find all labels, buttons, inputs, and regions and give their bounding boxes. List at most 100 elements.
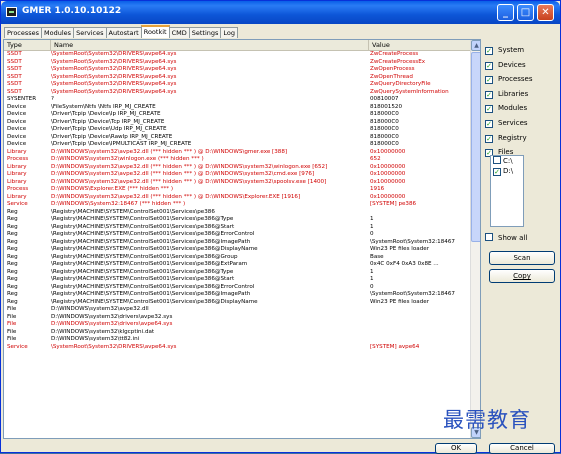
table-row[interactable]: SSDT \SystemRoot\System32\DRIVERS\avpe64.…: [4, 66, 470, 74]
maximize-button[interactable]: □: [517, 4, 534, 21]
table-row[interactable]: Library D:\WINDOWS\system32\avpe32.dll (*…: [4, 149, 470, 157]
table-row[interactable]: Device \Driver\Tcpip \Device\Udp IRP_MJ_C…: [4, 126, 470, 134]
table-row[interactable]: Reg \Registry\MACHINE\SYSTEM\ControlSet00…: [4, 261, 470, 269]
cell-value: 0: [370, 283, 374, 290]
table-row[interactable]: Reg \Registry\MACHINE\SYSTEM\ControlSet00…: [4, 299, 470, 307]
table-row[interactable]: Reg \Registry\MACHINE\SYSTEM\ControlSet00…: [4, 216, 470, 224]
drive-checkbox[interactable]: [493, 156, 501, 164]
tab-autostart[interactable]: Autostart: [105, 27, 142, 38]
checkbox[interactable]: ✓: [485, 61, 493, 70]
table-row[interactable]: SSDT \SystemRoot\System32\DRIVERS\avpe64.…: [4, 81, 470, 89]
cell-name: \SystemRoot\System32\DRIVERS\avpe64.sys: [51, 58, 177, 65]
table-row[interactable]: Reg \Registry\MACHINE\SYSTEM\ControlSet00…: [4, 269, 470, 277]
cell-name: \Driver\Tcpip \Device\Ip IRP_MJ_CREATE: [51, 111, 161, 117]
tab-services[interactable]: Services: [73, 27, 107, 38]
show-all-box[interactable]: [485, 233, 493, 241]
table-row[interactable]: Reg \Registry\MACHINE\SYSTEM\ControlSet00…: [4, 246, 470, 254]
option-registry[interactable]: ✓ Registry: [485, 133, 527, 143]
table-row[interactable]: SSDT \SystemRoot\System32\DRIVERS\avpe64.…: [4, 59, 470, 67]
drive-label: C:\: [503, 157, 513, 165]
table-row[interactable]: Device \FileSystem\Ntfs \Ntfs IRP_MJ_CREA…: [4, 104, 470, 112]
cancel-button[interactable]: Cancel: [489, 443, 555, 454]
cell-value: 818000C0: [370, 111, 399, 117]
scan-button[interactable]: Scan: [489, 251, 555, 265]
ok-button[interactable]: OK: [435, 443, 477, 454]
tab-cmd[interactable]: CMD: [168, 27, 190, 38]
option-services[interactable]: ✓ Services: [485, 118, 528, 128]
cell-type: Service: [7, 343, 28, 350]
table-row[interactable]: Reg \Registry\MACHINE\SYSTEM\ControlSet00…: [4, 209, 470, 217]
table-row[interactable]: Reg \Registry\MACHINE\SYSTEM\ControlSet00…: [4, 291, 470, 299]
table-row[interactable]: Service D:\WINDOWS\System32:18467 (*** hi…: [4, 201, 470, 209]
table-row[interactable]: Process D:\WINDOWS\system32\winlogon.exe …: [4, 156, 470, 164]
table-row[interactable]: SSDT \SystemRoot\System32\DRIVERS\avpe64.…: [4, 89, 470, 97]
rootkit-results-list[interactable]: Type Name Value SSDT \SystemRoot\System32…: [3, 39, 481, 439]
cell-type: Library: [7, 148, 27, 155]
vertical-scrollbar[interactable]: ▲ ▼: [470, 40, 480, 438]
drive-checkbox[interactable]: ✓: [493, 168, 501, 176]
table-row[interactable]: Library D:\WINDOWS\system32\avpe32.dll (*…: [4, 171, 470, 179]
table-row[interactable]: SYSENTER? 00810007: [4, 96, 470, 104]
table-row[interactable]: Reg \Registry\MACHINE\SYSTEM\ControlSet00…: [4, 224, 470, 232]
table-row[interactable]: Library D:\WINDOWS\system32\avpe32.dll (*…: [4, 194, 470, 202]
table-row[interactable]: Device \Driver\Tcpip \Device\Tcp IRP_MJ_C…: [4, 119, 470, 127]
table-row[interactable]: Reg \Registry\MACHINE\SYSTEM\ControlSet00…: [4, 239, 470, 247]
checkbox[interactable]: ✓: [485, 134, 493, 143]
tab-modules[interactable]: Modules: [41, 27, 75, 38]
title-bar[interactable]: GMER 1.0.10.10122 _ □ ✕: [1, 1, 560, 24]
table-row[interactable]: Service \SystemRoot\System32\DRIVERS\avpe…: [4, 344, 470, 352]
drive-list[interactable]: C:\ ✓ D:\: [490, 155, 524, 227]
table-row[interactable]: Reg \Registry\MACHINE\SYSTEM\ControlSet00…: [4, 276, 470, 284]
checkbox[interactable]: ✓: [485, 105, 493, 114]
close-button[interactable]: ✕: [537, 4, 554, 21]
drive-item[interactable]: ✓ D:\: [491, 166, 523, 176]
table-row[interactable]: SSDT \SystemRoot\System32\DRIVERS\avpe64.…: [4, 51, 470, 59]
show-all-checkbox[interactable]: Show all: [485, 233, 527, 243]
checkbox[interactable]: ✓: [485, 90, 493, 99]
cell-value: 1: [370, 276, 374, 282]
table-row[interactable]: Reg \Registry\MACHINE\SYSTEM\ControlSet00…: [4, 231, 470, 239]
checkbox[interactable]: ✓: [485, 76, 493, 85]
cell-name: D:\WINDOWS\system32\avpe32.dll (*** hidd…: [51, 178, 327, 185]
table-row[interactable]: SSDT \SystemRoot\System32\DRIVERS\avpe64.…: [4, 74, 470, 82]
table-row[interactable]: Reg \Registry\MACHINE\SYSTEM\ControlSet00…: [4, 284, 470, 292]
cell-name: \Registry\MACHINE\SYSTEM\ControlSet001\S…: [51, 283, 255, 290]
table-row[interactable]: Device \Driver\Tcpip \Device\Ip IRP_MJ_CR…: [4, 111, 470, 119]
tab-settings[interactable]: Settings: [188, 27, 222, 38]
minimize-button[interactable]: _: [497, 4, 514, 21]
cell-type: SSDT: [7, 58, 22, 65]
table-row[interactable]: File D:\WINDOWS\system32\drivers\avpe32.s…: [4, 314, 470, 322]
drive-item[interactable]: C:\: [491, 156, 523, 166]
cell-value: Win23 PE files loader: [370, 298, 429, 305]
option-libraries[interactable]: ✓ Libraries: [485, 89, 528, 99]
scroll-thumb[interactable]: [471, 52, 480, 242]
option-devices[interactable]: ✓ Devices: [485, 60, 526, 70]
table-row[interactable]: Reg \Registry\MACHINE\SYSTEM\ControlSet00…: [4, 254, 470, 262]
cell-name: \SystemRoot\System32\DRIVERS\avpe64.sys: [51, 66, 177, 72]
tab-rootkit[interactable]: Rootkit: [140, 25, 170, 38]
table-row[interactable]: File D:\WINDOWS\system32\avpe32.dll: [4, 306, 470, 314]
option-modules[interactable]: ✓ Modules: [485, 103, 527, 114]
cell-type: Reg: [7, 253, 18, 260]
table-row[interactable]: File D:\WINDOWS\system32\drivers\avpe64.s…: [4, 321, 470, 329]
column-header-type[interactable]: Type: [4, 40, 51, 50]
cell-type: SSDT: [7, 51, 22, 57]
copy-button[interactable]: Copy: [489, 269, 555, 283]
column-header-name[interactable]: Name: [51, 40, 369, 50]
table-row[interactable]: Process D:\WINDOWS\Explorer.EXE (*** hidd…: [4, 186, 470, 194]
checkbox[interactable]: ✓: [485, 120, 493, 128]
checkbox[interactable]: ✓: [485, 47, 493, 55]
cell-value: 818001520: [370, 103, 403, 110]
tab-log[interactable]: Log: [220, 27, 239, 38]
tab-processes[interactable]: Processes: [4, 27, 43, 38]
table-row[interactable]: Device \Driver\Tcpip \Device\RawIp IRP_MJ…: [4, 134, 470, 142]
column-header-value[interactable]: Value: [369, 40, 470, 50]
table-row[interactable]: Library D:\WINDOWS\system32\avpe32.dll (*…: [4, 179, 470, 187]
option-system[interactable]: ✓ System: [485, 45, 524, 55]
option-processes[interactable]: ✓ Processes: [485, 74, 533, 85]
table-row[interactable]: File D:\WINDOWS\system32\klgcptini.dat: [4, 329, 470, 337]
table-row[interactable]: Library D:\WINDOWS\system32\avpe32.dll (*…: [4, 164, 470, 172]
table-row[interactable]: Device \Driver\Tcpip \Device\IPMULTICAST …: [4, 141, 470, 149]
scroll-up-button[interactable]: ▲: [471, 40, 480, 51]
table-row[interactable]: File D:\WINDOWS\system32\tt82.ini: [4, 336, 470, 344]
